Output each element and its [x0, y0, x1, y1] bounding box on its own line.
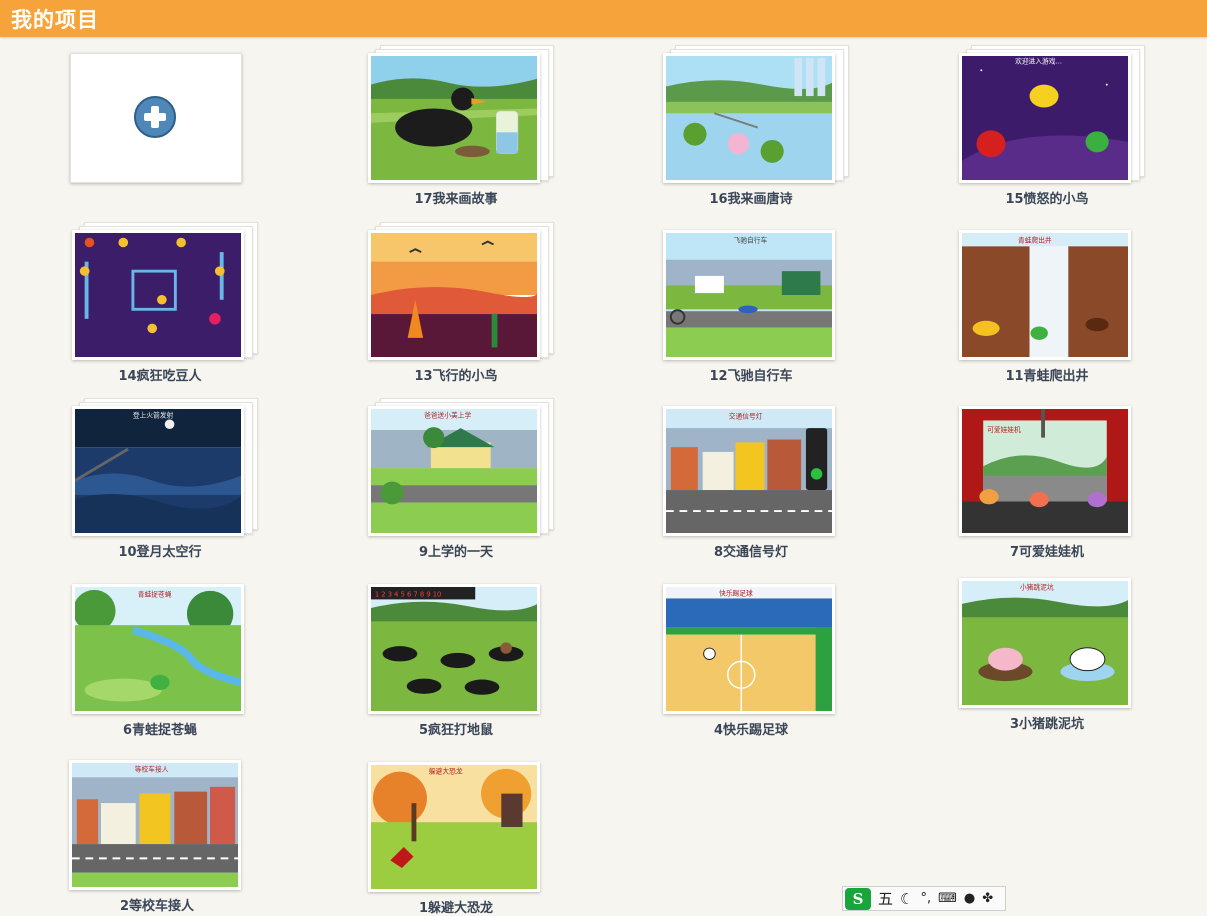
project-card[interactable]: 欢迎进入游戏... 15愤怒的小鸟 — [957, 45, 1145, 207]
ime-logo-icon[interactable]: S — [845, 887, 871, 910]
project-title[interactable]: 9上学的一天 — [366, 541, 546, 560]
project-thumbnail[interactable] — [663, 53, 835, 183]
project-thumbnail[interactable]: 小猪跳泥坑 — [959, 578, 1131, 708]
project-thumbnail[interactable]: 等校车接人 — [69, 760, 241, 890]
project-card[interactable]: 青蛙捉苍蝇 6青蛙捉苍蝇 — [70, 584, 250, 738]
scene-title: 快乐踢足球 — [719, 589, 753, 598]
project-card[interactable]: 登上火箭发射 10登月太空行 — [70, 398, 258, 560]
scene-title: 青蛙捉苍蝇 — [138, 590, 172, 599]
project-card[interactable]: 16我来画唐诗 — [661, 45, 849, 207]
project-card[interactable]: 可爱娃娃机 7可爱娃娃机 — [957, 406, 1137, 560]
scene-title: 爸爸送小美上学 — [424, 411, 471, 420]
input-mode-toggle[interactable]: 五 — [878, 888, 893, 909]
project-title[interactable]: 16我来画唐诗 — [661, 188, 841, 207]
keyboard-icon[interactable]: ⌨ — [938, 891, 957, 906]
project-thumbnail[interactable]: 欢迎进入游戏... — [959, 53, 1131, 183]
moon-icon[interactable]: ☾ — [900, 890, 913, 908]
project-title[interactable]: 17我来画故事 — [366, 188, 546, 207]
project-card[interactable]: 躲避大恐龙 1躲避大恐龙 — [366, 762, 546, 916]
page-title: 我的项目 — [11, 7, 99, 32]
scene-title: 欢迎进入游戏... — [1015, 57, 1062, 66]
project-card[interactable]: 13飞行的小鸟 — [366, 222, 554, 384]
project-title[interactable]: 1躲避大恐龙 — [366, 897, 546, 916]
project-card[interactable]: 爸爸送小美上学 9上学的一天 — [366, 398, 554, 560]
project-title[interactable]: 14疯狂吃豆人 — [70, 365, 250, 384]
project-card[interactable]: 14疯狂吃豆人 — [70, 222, 258, 384]
project-thumbnail[interactable]: 青蛙捉苍蝇 — [72, 584, 244, 714]
project-thumbnail[interactable]: 可爱娃娃机 — [959, 406, 1131, 536]
project-thumbnail[interactable]: 爸爸送小美上学 — [368, 406, 540, 536]
scene-title: 等校车接人 — [135, 765, 169, 774]
project-card[interactable]: 交通信号灯 8交通信号灯 — [661, 406, 841, 560]
project-thumbnail[interactable]: 1 2 3 4 5 6 7 8 9 10 — [368, 584, 540, 714]
project-title[interactable]: 11青蛙爬出井 — [957, 365, 1137, 384]
punctuation-icon[interactable]: °, — [920, 891, 931, 906]
project-card[interactable]: 飞驰自行车 12飞驰自行车 — [661, 230, 841, 384]
project-thumbnail[interactable]: 躲避大恐龙 — [368, 762, 540, 892]
project-title[interactable]: 5疯狂打地鼠 — [366, 719, 546, 738]
scene-title: 可爱娃娃机 — [987, 425, 1021, 434]
project-title[interactable]: 4快乐踢足球 — [661, 719, 841, 738]
project-thumbnail[interactable]: 飞驰自行车 — [663, 230, 835, 360]
project-thumbnail[interactable] — [72, 230, 244, 360]
project-thumbnail[interactable]: 登上火箭发射 — [72, 406, 244, 536]
project-card[interactable]: 快乐踢足球 4快乐踢足球 — [661, 584, 841, 738]
top-bar: 我的项目 — [0, 0, 1207, 37]
user-icon[interactable]: ● — [964, 891, 975, 906]
new-project-tile[interactable] — [70, 53, 242, 183]
scene-title: 登上火箭发射 — [133, 411, 174, 420]
scene-title: 1 2 3 4 5 6 7 8 9 10 — [375, 591, 441, 599]
scene-title: 青蛙爬出井 — [1018, 236, 1052, 245]
project-card[interactable]: 青蛙爬出井 11青蛙爬出井 — [957, 230, 1137, 384]
project-thumbnail[interactable]: 青蛙爬出井 — [959, 230, 1131, 360]
project-card[interactable]: 17我来画故事 — [366, 45, 554, 207]
project-title[interactable]: 15愤怒的小鸟 — [957, 188, 1137, 207]
scene-title: 交通信号灯 — [729, 412, 763, 421]
grid-icon[interactable]: ✤ — [982, 891, 993, 906]
project-title[interactable]: 8交通信号灯 — [661, 541, 841, 560]
project-title[interactable]: 13飞行的小鸟 — [366, 365, 546, 384]
project-thumbnail[interactable] — [368, 230, 540, 360]
new-project-card[interactable] — [68, 53, 248, 203]
project-title[interactable]: 6青蛙捉苍蝇 — [70, 719, 250, 738]
scene-title: 小猪跳泥坑 — [1020, 583, 1054, 592]
project-title[interactable]: 3小猪跳泥坑 — [957, 713, 1137, 732]
project-thumbnail[interactable]: 交通信号灯 — [663, 406, 835, 536]
project-title[interactable]: 10登月太空行 — [70, 541, 250, 560]
add-icon[interactable] — [134, 96, 176, 138]
project-thumbnail[interactable] — [368, 53, 540, 183]
project-title[interactable]: 12飞驰自行车 — [661, 365, 841, 384]
scene-title: 躲避大恐龙 — [429, 767, 463, 776]
project-card[interactable]: 小猪跳泥坑 3小猪跳泥坑 — [957, 578, 1137, 732]
project-card[interactable]: 1 2 3 4 5 6 7 8 9 10 5疯狂打地鼠 — [366, 584, 546, 738]
project-title[interactable]: 7可爱娃娃机 — [957, 541, 1137, 560]
scene-title: 飞驰自行车 — [734, 236, 768, 245]
project-card[interactable]: 等校车接人 2等校车接人 — [67, 760, 247, 914]
project-title[interactable]: 2等校车接人 — [67, 895, 247, 914]
ime-toolbar[interactable]: S 五 ☾ °, ⌨ ● ✤ — [842, 886, 1006, 911]
project-thumbnail[interactable]: 快乐踢足球 — [663, 584, 835, 714]
